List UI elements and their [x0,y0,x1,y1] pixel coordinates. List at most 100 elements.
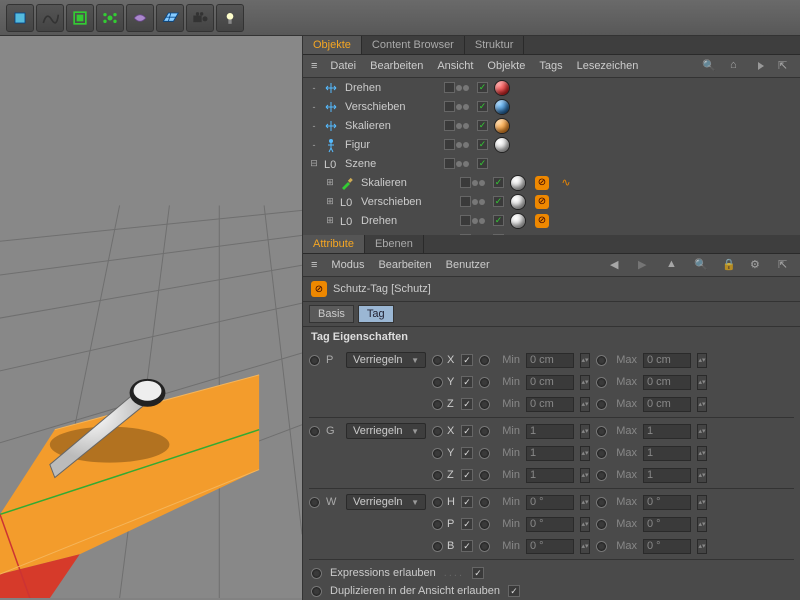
axis-checkbox[interactable] [461,376,473,388]
tree-row[interactable]: - Figur [303,135,800,154]
protection-tag-icon[interactable]: ⊘ [535,214,549,228]
max-input[interactable]: 0 cm [643,397,691,412]
tag-slot[interactable] [492,80,512,96]
param-dot[interactable] [432,470,443,481]
param-dot[interactable] [432,426,443,437]
tag-slot[interactable]: ⊘ [532,176,552,190]
param-dot[interactable] [596,448,607,459]
tab-content-browser[interactable]: Content Browser [362,36,465,54]
param-dot[interactable] [311,568,322,579]
visibility-checkbox[interactable] [493,177,504,188]
duplicate-checkbox[interactable] [508,585,520,597]
spinner[interactable]: ▴▾ [697,539,707,554]
spinner[interactable]: ▴▾ [697,495,707,510]
object-name[interactable]: Skalieren [343,120,435,132]
spinner[interactable]: ▴▾ [580,424,590,439]
menu-datei[interactable]: Datei [330,60,356,72]
min-input[interactable]: 0 ° [526,539,574,554]
menu-tags[interactable]: Tags [539,60,562,72]
max-input[interactable]: 0 ° [643,539,691,554]
visibility-checkbox[interactable] [477,82,488,93]
tag-slot[interactable]: ⊘ [532,214,552,228]
axis-checkbox[interactable] [461,447,473,459]
subtab-tag[interactable]: Tag [358,305,394,323]
tree-row[interactable]: - Skalieren [303,116,800,135]
min-input[interactable]: 0 cm [526,397,574,412]
menu-bearbeiten[interactable]: Bearbeiten [378,259,431,271]
menu-lesezeichen[interactable]: Lesezeichen [577,60,639,72]
spinner[interactable]: ▴▾ [580,446,590,461]
min-input[interactable]: 1 [526,424,574,439]
spinner[interactable]: ▴▾ [580,397,590,412]
param-dot[interactable] [479,497,490,508]
max-input[interactable]: 1 [643,446,691,461]
spinner[interactable]: ▴▾ [697,424,707,439]
visibility-checkbox[interactable] [477,139,488,150]
expand-toggle[interactable]: ⊞ [325,177,335,188]
lock-icon[interactable]: 🔒 [722,258,736,272]
material-sphere-icon[interactable] [494,99,510,115]
expand-toggle[interactable]: - [309,102,319,112]
tree-row[interactable]: ⊟L0Szene [303,154,800,173]
layer-dots[interactable] [455,215,489,226]
param-dot[interactable] [432,497,443,508]
tag-slot[interactable] [492,118,512,134]
min-input[interactable]: 0 ° [526,517,574,532]
spinner[interactable]: ▴▾ [697,468,707,483]
menu-bearbeiten[interactable]: Bearbeiten [370,60,423,72]
max-input[interactable]: 0 ° [643,495,691,510]
object-tree[interactable]: -Drehen-Verschieben-Skalieren-Figur⊟L0Sz… [303,78,800,235]
up-arrow-icon[interactable]: ▲ [666,258,680,272]
tree-row[interactable]: ⊞L0Drehen⊘ [303,211,800,230]
param-dot[interactable] [479,541,490,552]
hamburger-icon[interactable]: ≡ [311,60,316,72]
param-dot[interactable] [479,448,490,459]
plane-tool-icon[interactable] [156,4,184,32]
param-dot[interactable] [479,426,490,437]
axis-checkbox[interactable] [461,518,473,530]
expressions-checkbox[interactable] [472,567,484,579]
axis-checkbox[interactable] [461,425,473,437]
expand-toggle[interactable]: ⊟ [309,158,319,169]
expand-toggle[interactable]: - [309,121,319,131]
material-sphere-icon[interactable] [510,194,526,210]
gear-icon[interactable]: ⚙ [750,258,764,272]
tree-row[interactable]: ⊞L0Verschieben⊘ [303,192,800,211]
visibility-checkbox[interactable] [493,215,504,226]
param-dot[interactable] [309,426,320,437]
tree-row[interactable]: -Verschieben [303,97,800,116]
tag-slot[interactable] [508,194,528,210]
menu-objekte[interactable]: Objekte [487,60,525,72]
visibility-checkbox[interactable] [477,158,488,169]
nav-back-icon[interactable]: ◀ [610,258,624,272]
tag-slot[interactable] [508,175,528,191]
tab-ebenen[interactable]: Ebenen [365,235,424,253]
spinner[interactable]: ▴▾ [580,517,590,532]
array-tool-icon[interactable] [66,4,94,32]
axis-checkbox[interactable] [461,398,473,410]
param-dot[interactable] [432,519,443,530]
spinner[interactable]: ▴▾ [697,446,707,461]
object-name[interactable]: Verschieben [359,196,451,208]
protection-tag-icon[interactable]: ⊘ [535,195,549,209]
visibility-checkbox[interactable] [477,120,488,131]
param-dot[interactable] [479,399,490,410]
spinner[interactable]: ▴▾ [580,468,590,483]
param-dot[interactable] [432,448,443,459]
min-input[interactable]: 0 ° [526,495,574,510]
lock-dropdown[interactable]: Verriegeln▼ [346,352,426,368]
hamburger-icon[interactable]: ≡ [311,259,317,271]
min-input[interactable]: 0 cm [526,353,574,368]
expand-icon[interactable]: ⇱ [778,59,792,73]
tree-row[interactable]: -Drehen [303,78,800,97]
layer-dots[interactable] [439,101,473,112]
object-name[interactable]: Figur [343,139,435,151]
expand-toggle[interactable]: - [309,140,319,150]
tag-slot[interactable] [508,213,528,229]
param-dot[interactable] [432,355,443,366]
tab-attribute[interactable]: Attribute [303,235,365,253]
spinner[interactable]: ▴▾ [697,517,707,532]
spinner[interactable]: ▴▾ [697,353,707,368]
expand-icon[interactable]: ⇱ [778,258,792,272]
expand-toggle[interactable]: - [309,83,319,93]
